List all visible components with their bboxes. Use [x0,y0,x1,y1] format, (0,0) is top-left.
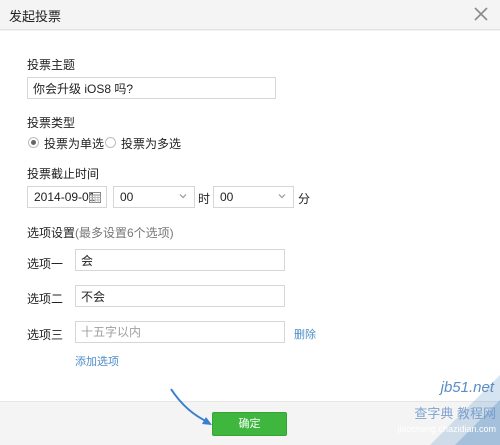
dialog-body: 投票主题 投票类型 投票为单选 投票为多选 投票截止时间 2014-09-01 … [0,31,500,401]
chevron-down-icon [179,194,187,199]
options-hint: (最多设置6个选项) [75,226,174,240]
vote-dialog: 发起投票 投票主题 投票类型 投票为单选 投票为多选 投票截止时间 2014-0… [0,0,500,445]
date-value: 2014-09-01 [34,190,96,204]
delete-option-link[interactable]: 删除 [294,326,316,342]
hour-select[interactable]: 00 [113,186,195,208]
type-label: 投票类型 [27,116,76,130]
watermark: jb51.net 查字典 教程网 jiaocheng.chazidian.com [360,375,500,445]
watermark-url: jiaocheng.chazidian.com [397,424,496,434]
option-1-input[interactable] [75,249,285,271]
deadline-label: 投票截止时间 [27,167,100,181]
single-choice-radio[interactable] [28,137,39,148]
minute-unit: 分 [298,192,311,206]
topic-input[interactable] [27,77,276,99]
option-2-label: 选项二 [27,292,64,306]
minute-select[interactable]: 00 [213,186,294,208]
option-1-label: 选项一 [27,257,64,271]
calendar-icon [89,192,101,203]
option-3-input[interactable] [75,321,285,343]
topic-label: 投票主题 [27,58,76,72]
chevron-down-icon [278,194,286,199]
pointer-arrow-icon [170,388,212,425]
dialog-title: 发起投票 [9,9,62,24]
close-icon[interactable] [471,4,491,24]
option-3-label: 选项三 [27,328,64,342]
multi-choice-radio[interactable] [105,137,116,148]
options-title: 选项设置 [27,226,76,240]
multi-choice-label: 投票为多选 [121,137,182,151]
hour-value: 00 [120,190,134,204]
minute-value: 00 [220,190,234,204]
date-picker[interactable]: 2014-09-01 [27,186,107,208]
option-2-input[interactable] [75,285,285,307]
hour-unit: 时 [198,192,211,206]
options-label: 选项设置(最多设置6个选项) [27,224,174,241]
watermark-cn: 查字典 教程网 [414,406,496,421]
dialog-titlebar: 发起投票 [0,0,500,30]
add-option-link[interactable]: 添加选项 [75,353,119,369]
single-choice-label: 投票为单选 [44,137,105,151]
watermark-site: jb51.net [440,379,494,396]
confirm-button[interactable]: 确定 [212,412,287,436]
